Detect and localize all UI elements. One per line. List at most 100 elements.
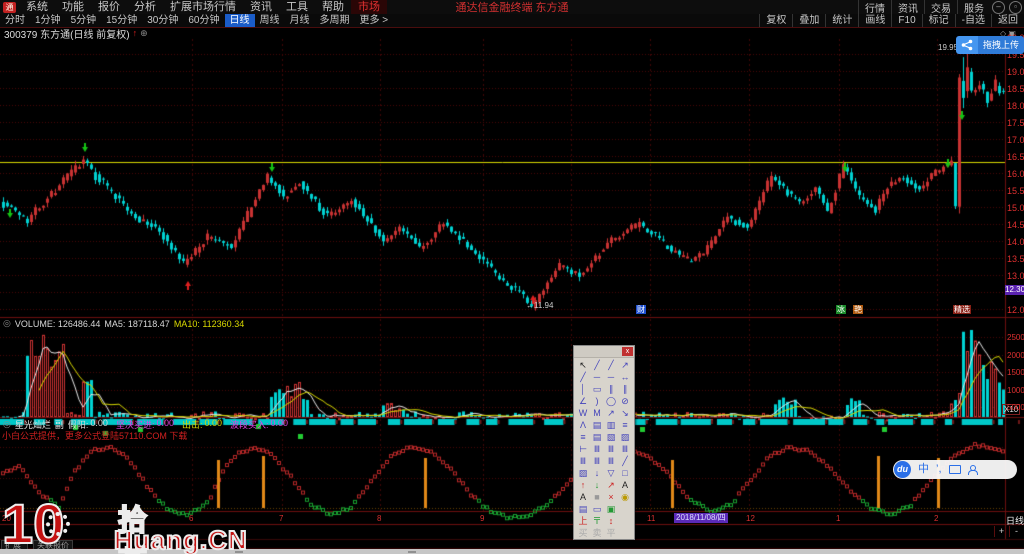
drawing-tool-button[interactable]: ↑: [576, 479, 590, 491]
period-item-多周期[interactable]: 多周期: [315, 14, 355, 27]
drawing-tool-button[interactable]: ↖: [576, 359, 590, 371]
drawing-tool-button[interactable]: ↗: [604, 479, 618, 491]
menu-item-扩展市场行情[interactable]: 扩展市场行情: [163, 0, 243, 14]
period-item-分时[interactable]: 分时: [0, 14, 30, 27]
close-icon[interactable]: x: [622, 347, 633, 356]
drawing-tool-button[interactable]: ▣: [604, 503, 618, 515]
drawing-tool-button[interactable]: ↗: [604, 407, 618, 419]
drawing-tool-button[interactable]: ╱: [604, 359, 618, 371]
menu-item-分析[interactable]: 分析: [127, 0, 163, 14]
volume-collapse-icon[interactable]: ◎: [3, 318, 11, 329]
drawing-tool-button[interactable]: ▭: [590, 383, 604, 395]
drawing-tool-button[interactable]: ▧: [604, 431, 618, 443]
drawing-tool-button[interactable]: ▤: [590, 431, 604, 443]
drawing-tool-button[interactable]: Ⅲ: [590, 455, 604, 467]
period-item-日线[interactable]: 日线: [224, 14, 255, 27]
user-icon[interactable]: [967, 465, 978, 475]
drawing-tool-button[interactable]: │: [576, 383, 590, 395]
tool-button-标记[interactable]: 标记: [921, 14, 955, 27]
drawing-tool-button[interactable]: W: [576, 407, 590, 419]
drawing-tool-button[interactable]: ≡: [618, 419, 632, 431]
drawing-tool-button[interactable]: ■: [590, 491, 604, 503]
period-item-1分钟[interactable]: 1分钟: [30, 14, 66, 27]
minimize-button[interactable]: –: [992, 0, 1005, 14]
drawing-tool-button[interactable]: Ⅲ: [590, 443, 604, 455]
keyboard-icon[interactable]: [948, 465, 961, 474]
drawing-tool-button[interactable]: Ⅲ: [576, 455, 590, 467]
menu-item-系统[interactable]: 系统: [19, 0, 55, 14]
drawing-tool-button[interactable]: ▽: [604, 467, 618, 479]
drawing-tool-button[interactable]: ▤: [590, 419, 604, 431]
zoom-in-button[interactable]: +: [994, 526, 1008, 537]
top-button-交易[interactable]: 交易: [924, 0, 957, 15]
drawing-tool-button[interactable]: Ⅲ: [604, 455, 618, 467]
drawing-tool-button[interactable]: 买: [576, 527, 590, 539]
menu-item-帮助[interactable]: 帮助: [315, 0, 351, 14]
top-button-服务[interactable]: 服务: [957, 0, 990, 15]
zoom-out-button[interactable]: -: [1009, 526, 1023, 537]
drawing-tool-button[interactable]: ─: [590, 371, 604, 383]
drawing-tool-button[interactable]: □: [618, 467, 632, 479]
drawing-tool-button[interactable]: ∠: [576, 395, 590, 407]
drawing-tool-button[interactable]: A: [576, 491, 590, 503]
drawing-tool-button[interactable]: ↔: [618, 371, 632, 383]
drawing-tool-button[interactable]: Λ: [576, 419, 590, 431]
period-item-5分钟[interactable]: 5分钟: [66, 14, 102, 27]
ime-punct-toggle[interactable]: ’,: [936, 460, 942, 479]
menu-item-资讯[interactable]: 资讯: [243, 0, 279, 14]
menu-item-market[interactable]: 市场: [351, 0, 387, 14]
drawing-tool-button[interactable]: Ⅲ: [618, 443, 632, 455]
ime-lang-toggle[interactable]: 中: [918, 460, 929, 479]
tool-button-统计[interactable]: 统计: [825, 14, 858, 27]
period-item-30分钟[interactable]: 30分钟: [142, 14, 183, 27]
target-icon[interactable]: ⊕: [137, 28, 148, 39]
period-item-更多 >[interactable]: 更多 >: [355, 14, 394, 27]
drawing-tool-button[interactable]: A: [618, 479, 632, 491]
menu-item-工具[interactable]: 工具: [279, 0, 315, 14]
drawing-tool-button[interactable]: ▥: [604, 419, 618, 431]
period-item-月线[interactable]: 月线: [285, 14, 315, 27]
top-button-资讯[interactable]: 资讯: [891, 0, 924, 15]
drag-upload-tooltip[interactable]: 拖拽上传: [956, 36, 1024, 54]
drawing-tool-button[interactable]: M: [590, 407, 604, 419]
tool-button-F10[interactable]: F10: [891, 14, 921, 27]
drawing-tool-button[interactable]: ↕: [604, 515, 618, 527]
drawing-tool-button[interactable]: ╱: [590, 359, 604, 371]
drawing-tool-button[interactable]: 〒: [590, 515, 604, 527]
drawing-tool-button[interactable]: ◉: [618, 491, 632, 503]
restore-button[interactable]: ▫: [1009, 0, 1022, 14]
drawing-tool-button[interactable]: 卖: [590, 527, 604, 539]
tool-button--自选[interactable]: -自选: [954, 14, 991, 27]
tool-button-画线[interactable]: 画线: [858, 14, 891, 27]
ime-toolbar[interactable]: du 中 ’,: [893, 460, 1017, 479]
drawing-tool-button[interactable]: ╱: [576, 371, 590, 383]
period-item-周线[interactable]: 周线: [255, 14, 285, 27]
drawing-tool-button[interactable]: ▨: [576, 467, 590, 479]
drawing-tool-button[interactable]: ∥: [604, 383, 618, 395]
menu-item-功能[interactable]: 功能: [55, 0, 91, 14]
drawing-tool-button[interactable]: ≡: [576, 431, 590, 443]
drawing-tool-button[interactable]: ∥: [618, 383, 632, 395]
drawing-tool-button[interactable]: ): [590, 395, 604, 407]
period-item-60分钟[interactable]: 60分钟: [183, 14, 224, 27]
drawing-tool-button[interactable]: ×: [604, 491, 618, 503]
drawing-tool-button[interactable]: Ⅲ: [604, 443, 618, 455]
chart-canvas[interactable]: [0, 0, 1024, 554]
menu-item-报价[interactable]: 报价: [91, 0, 127, 14]
drawing-tool-button[interactable]: ↘: [618, 407, 632, 419]
period-item-15分钟[interactable]: 15分钟: [101, 14, 142, 27]
drawing-tool-button[interactable]: 平: [604, 527, 618, 539]
tool-button-叠加[interactable]: 叠加: [792, 14, 825, 27]
tool-button-复权[interactable]: 复权: [759, 14, 792, 27]
drawing-tool-button[interactable]: ⊢: [576, 443, 590, 455]
drawing-tool-button[interactable]: ↗: [618, 359, 632, 371]
drawing-tool-button[interactable]: ↓: [590, 467, 604, 479]
drawing-tool-button[interactable]: ◯: [604, 395, 618, 407]
top-button-行情[interactable]: 行情: [858, 0, 891, 15]
app-logo-icon[interactable]: 通: [3, 1, 16, 13]
drawing-tool-button[interactable]: ↓: [590, 479, 604, 491]
drawing-toolbar-titlebar[interactable]: x: [574, 346, 634, 358]
drawing-tool-button[interactable]: ▭: [590, 503, 604, 515]
drawing-tool-button[interactable]: ▨: [618, 431, 632, 443]
drawing-tool-button[interactable]: 上: [576, 515, 590, 527]
